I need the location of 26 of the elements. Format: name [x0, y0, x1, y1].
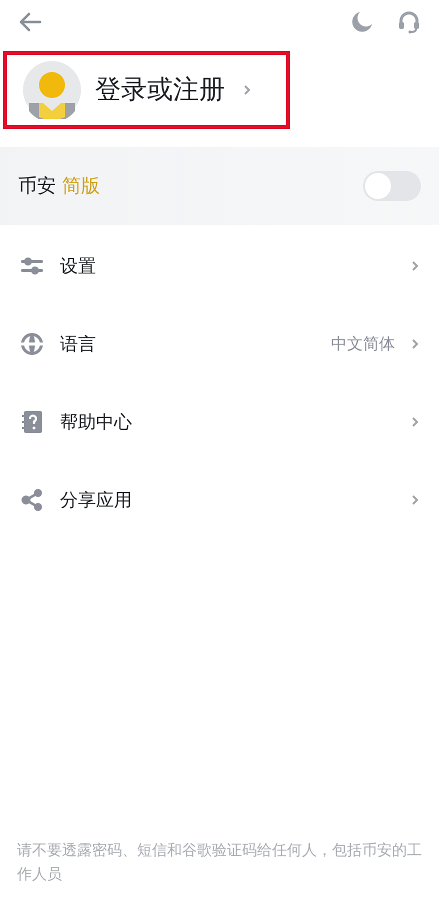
login-title[interactable]: 登录或注册 [95, 70, 225, 110]
menu-label: 帮助中心 [60, 410, 133, 434]
share-icon [21, 489, 43, 511]
menu-label: 语言 [60, 332, 97, 356]
globe-icon [21, 333, 43, 355]
help-book-icon [22, 411, 42, 433]
menu-item[interactable]: 设置 [0, 227, 439, 305]
language-value: 中文简体 [331, 333, 395, 355]
chevron-icon [411, 416, 419, 428]
chevron-icon [411, 338, 419, 350]
menu-label: 分享应用 [60, 488, 133, 512]
menu-item[interactable]: 语言 中文简体 [0, 305, 439, 383]
menu-label: 设置 [60, 254, 97, 278]
back-icon[interactable] [18, 12, 42, 32]
security-notice: 请不要透露密码、短信和谷歌验证码给任何人，包括币安的工作人员 [16, 840, 423, 885]
chevron-icon [243, 84, 251, 96]
lite-mode-label: 币安 简版 [18, 174, 100, 199]
avatar-icon [23, 61, 81, 119]
headset-icon[interactable] [397, 10, 421, 34]
chevron-icon [411, 494, 419, 506]
menu-item[interactable]: 帮助中心 [0, 383, 439, 461]
moon-icon[interactable] [351, 11, 373, 33]
lite-mode-toggle[interactable] [363, 171, 421, 201]
chevron-icon [411, 260, 419, 272]
menu-item[interactable]: 分享应用 [0, 461, 439, 539]
sliders-icon [21, 257, 43, 275]
